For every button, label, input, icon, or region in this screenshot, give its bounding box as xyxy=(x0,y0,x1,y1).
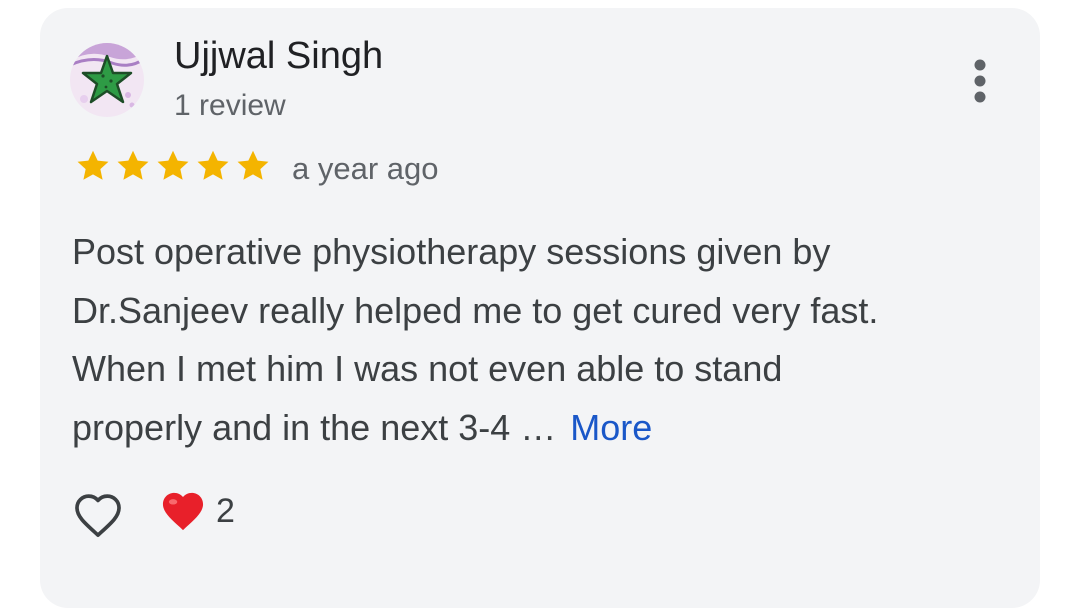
more-options-button[interactable] xyxy=(958,56,1002,106)
review-timestamp: a year ago xyxy=(292,151,439,186)
author-review-count: 1 review xyxy=(174,89,286,122)
review-text-line: When I met him I was not even able to st… xyxy=(72,348,783,389)
star-icon xyxy=(117,150,149,180)
star-icon xyxy=(197,150,229,180)
star-icon xyxy=(237,150,269,180)
heart-outline-icon xyxy=(75,494,121,537)
review-text-last-line: properly and in the next 3-4 … More xyxy=(72,399,1012,458)
review-text-line: Post operative physiotherapy sessions gi… xyxy=(72,231,831,272)
star-rating xyxy=(74,148,272,184)
red-heart-icon xyxy=(162,492,204,531)
avatar[interactable] xyxy=(70,43,144,117)
reaction-count: 2 xyxy=(216,492,235,530)
like-button[interactable] xyxy=(72,490,124,540)
review-text: Post operative physiotherapy sessions gi… xyxy=(72,223,1012,457)
reaction-summary[interactable]: 2 xyxy=(160,490,235,532)
more-vert-icon xyxy=(974,59,986,103)
star-icon xyxy=(157,150,189,180)
author-name[interactable]: Ujjwal Singh xyxy=(174,34,383,78)
review-text-line: Dr.Sanjeev really helped me to get cured… xyxy=(72,289,879,331)
starfish-avatar-icon xyxy=(70,43,144,117)
star-icon xyxy=(77,150,109,180)
review-text-line: properly and in the next 3-4 … xyxy=(72,406,557,448)
more-link[interactable]: More xyxy=(570,407,652,448)
